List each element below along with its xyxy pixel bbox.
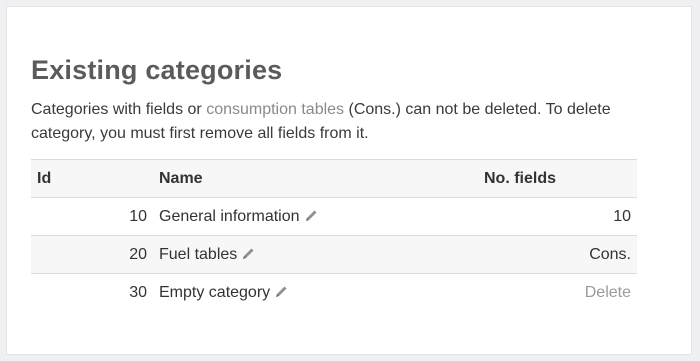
header-name: Name — [159, 170, 203, 187]
consumption-tables-link[interactable]: consumption tables — [206, 101, 344, 118]
row-name: Fuel tables — [159, 236, 255, 273]
category-name: Empty category — [159, 284, 271, 301]
pencil-icon[interactable] — [242, 247, 255, 260]
row-name: Empty category — [159, 274, 288, 311]
table-header-row: Id Name No. fields — [31, 160, 637, 198]
categories-table: Id Name No. fields 10 General informatio… — [31, 159, 637, 311]
row-id: 30 — [129, 284, 147, 301]
header-no-fields: No. fields — [484, 170, 557, 187]
delete-link[interactable]: Delete — [585, 274, 631, 311]
row-id: 20 — [129, 246, 147, 263]
table-row: 30 Empty category Delete — [31, 274, 637, 311]
row-name: General information — [159, 198, 318, 235]
table-row: 20 Fuel tables Cons. — [31, 236, 637, 274]
description-text-start: Categories with fields or — [31, 101, 207, 118]
page-title: Existing categories — [31, 55, 283, 85]
row-no-fields: Cons. — [589, 246, 631, 263]
category-name: Fuel tables — [159, 246, 238, 263]
row-no-fields: 10 — [613, 208, 631, 225]
category-name: General information — [159, 208, 300, 225]
pencil-icon[interactable] — [305, 209, 318, 222]
categories-card: Existing categories Categories with fiel… — [6, 6, 692, 355]
pencil-icon[interactable] — [275, 285, 288, 298]
row-id: 10 — [129, 208, 147, 225]
description: Categories with fields or consumption ta… — [31, 98, 631, 146]
table-row: 10 General information 10 — [31, 198, 637, 236]
header-id: Id — [37, 170, 52, 187]
